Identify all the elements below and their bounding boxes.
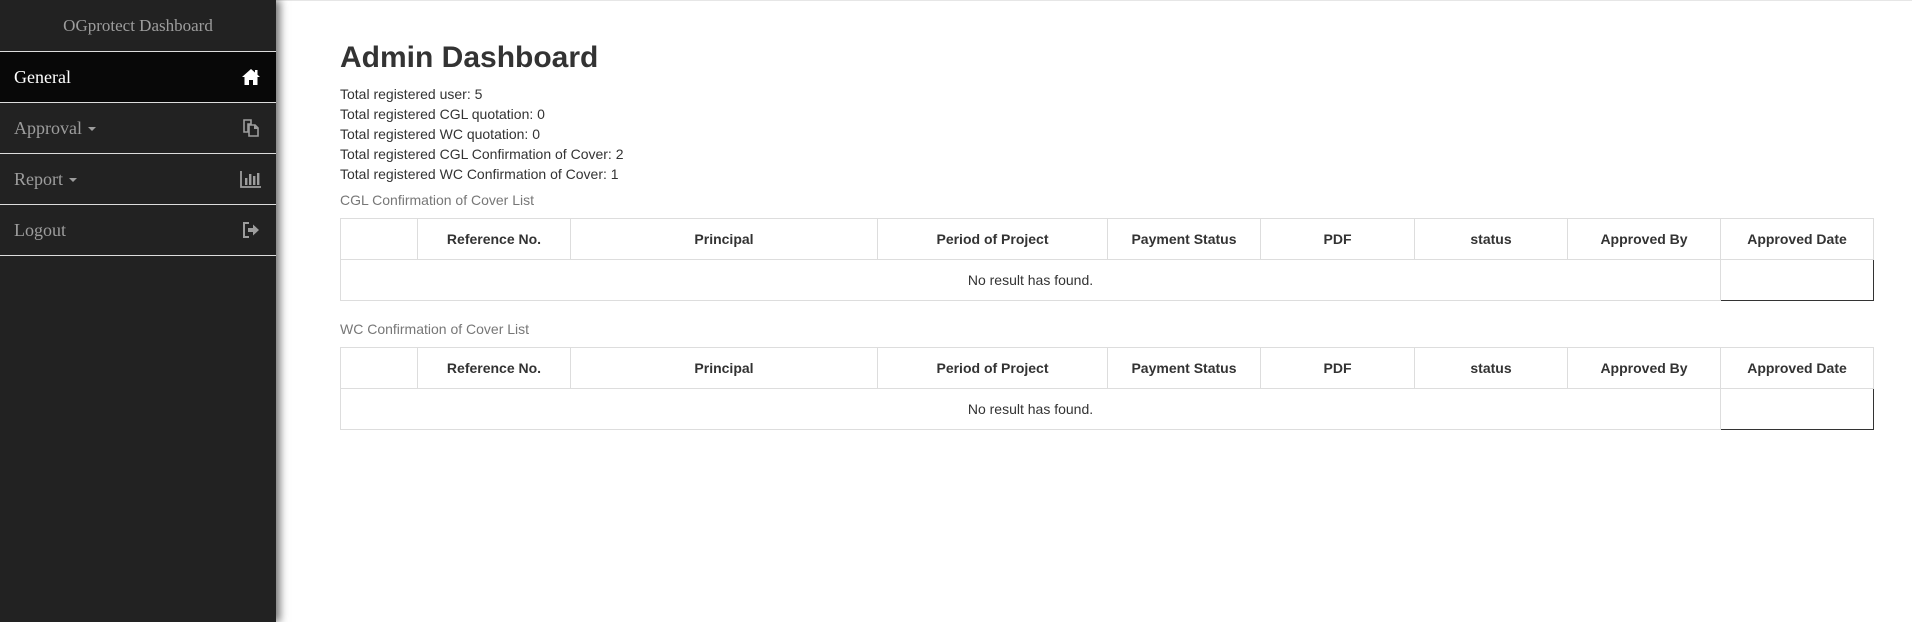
sidebar-item-label: General xyxy=(14,66,71,87)
sidebar-item-approval[interactable]: Approval xyxy=(0,103,276,154)
cgl-list-caption: CGL Confirmation of Cover List xyxy=(340,192,534,208)
brand-title[interactable]: OGprotect Dashboard xyxy=(0,0,276,52)
column-header-select xyxy=(340,218,418,260)
column-header-approved-date[interactable]: Approved Date xyxy=(1720,347,1874,389)
column-header-payment-status[interactable]: Payment Status xyxy=(1107,347,1261,389)
table-header-row: Reference No. Principal Period of Projec… xyxy=(340,347,1874,389)
column-header-pdf[interactable]: PDF xyxy=(1260,347,1415,389)
sidebar-item-label: Approval xyxy=(14,118,96,139)
column-header-period[interactable]: Period of Project xyxy=(877,347,1108,389)
column-header-period[interactable]: Period of Project xyxy=(877,218,1108,260)
cgl-cover-table: Reference No. Principal Period of Projec… xyxy=(340,218,1874,301)
empty-message: No result has found. xyxy=(340,259,1721,301)
stat-cgl-cover: Total registered CGL Confirmation of Cov… xyxy=(340,146,624,162)
column-header-approved-by[interactable]: Approved By xyxy=(1567,347,1721,389)
sidebar-item-report[interactable]: Report xyxy=(0,154,276,205)
bar-chart-icon xyxy=(240,169,262,189)
wc-cover-table: Reference No. Principal Period of Projec… xyxy=(340,347,1874,430)
empty-message: No result has found. xyxy=(340,388,1721,430)
empty-cell xyxy=(1720,259,1874,301)
wc-list-caption: WC Confirmation of Cover List xyxy=(340,321,530,337)
logout-icon xyxy=(240,220,262,240)
top-border xyxy=(276,0,1912,1)
stat-cgl-quotation: Total registered CGL quotation: 0 xyxy=(340,106,545,122)
stat-wc-cover: Total registered WC Confirmation of Cove… xyxy=(340,166,619,182)
caret-down-icon xyxy=(87,127,96,132)
main-content: Admin Dashboard Total registered user: 5… xyxy=(340,38,1874,430)
sidebar-item-label: Logout xyxy=(14,219,66,240)
home-icon xyxy=(240,67,262,87)
sidebar-item-logout[interactable]: Logout xyxy=(0,205,276,256)
sidebar: OGprotect Dashboard General Approval Rep… xyxy=(0,0,276,622)
caret-down-icon xyxy=(69,178,77,183)
copy-icon xyxy=(240,118,262,138)
column-header-reference[interactable]: Reference No. xyxy=(417,347,571,389)
column-header-status[interactable]: status xyxy=(1414,347,1568,389)
column-header-pdf[interactable]: PDF xyxy=(1260,218,1415,260)
table-header-row: Reference No. Principal Period of Projec… xyxy=(340,218,1874,260)
stat-total-users: Total registered user: 5 xyxy=(340,86,483,102)
column-header-principal[interactable]: Principal xyxy=(570,347,878,389)
sidebar-item-label: Report xyxy=(14,169,77,190)
stats-summary: Total registered user: 5 Total registere… xyxy=(340,84,1872,184)
column-header-reference[interactable]: Reference No. xyxy=(417,218,571,260)
column-header-approved-by[interactable]: Approved By xyxy=(1567,218,1721,260)
table-row: No result has found. xyxy=(340,259,1874,301)
column-header-principal[interactable]: Principal xyxy=(570,218,878,260)
column-header-approved-date[interactable]: Approved Date xyxy=(1720,218,1874,260)
empty-cell xyxy=(1720,388,1874,430)
page-title: Admin Dashboard xyxy=(340,41,599,74)
sidebar-item-general[interactable]: General xyxy=(0,52,276,103)
column-header-payment-status[interactable]: Payment Status xyxy=(1107,218,1261,260)
column-header-select xyxy=(340,347,418,389)
column-header-status[interactable]: status xyxy=(1414,218,1568,260)
table-row: No result has found. xyxy=(340,388,1874,430)
stat-wc-quotation: Total registered WC quotation: 0 xyxy=(340,126,540,142)
